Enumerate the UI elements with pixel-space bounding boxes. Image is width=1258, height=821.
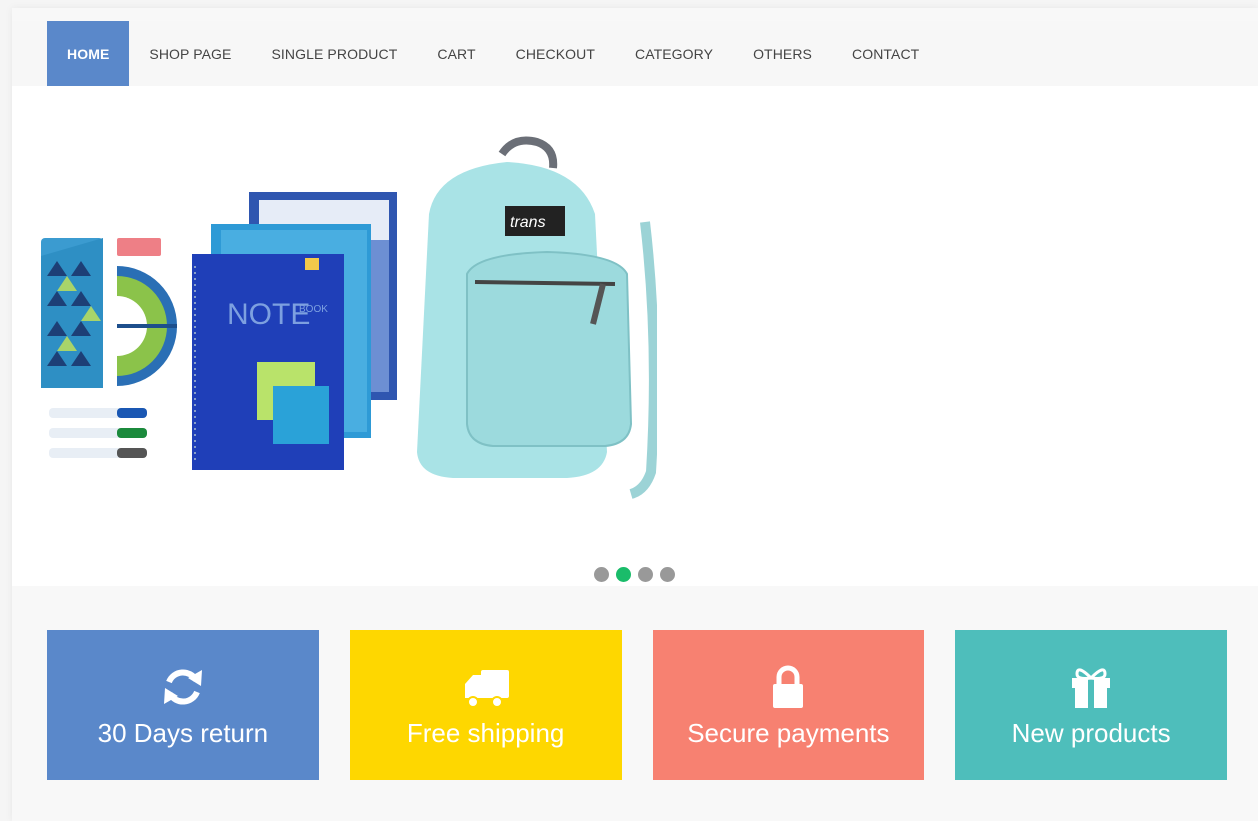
promo-new-products[interactable]: New products	[955, 630, 1227, 780]
refresh-icon	[163, 668, 202, 705]
backpack-brand: trans	[510, 214, 546, 231]
promo-label: Secure payments	[687, 717, 890, 748]
nav-item-single-product[interactable]: SINGLE PRODUCT	[251, 21, 417, 86]
slider-dot-4[interactable]	[660, 567, 675, 582]
truck-icon	[464, 669, 509, 708]
eraser	[117, 238, 161, 256]
hero-slider: NOTE BOOK trans	[12, 86, 1258, 586]
slide-image[interactable]: NOTE BOOK trans	[37, 126, 657, 516]
gift-icon	[1072, 667, 1111, 708]
nav-item-shop-page[interactable]: SHOP PAGE	[129, 21, 251, 86]
promo-label: New products	[1011, 717, 1171, 748]
lock-icon	[773, 665, 804, 708]
notebook-title: NOTE	[227, 298, 310, 331]
promo-label: Free shipping	[406, 717, 565, 748]
nav-item-checkout[interactable]: CHECKOUT	[496, 21, 615, 86]
promo-returns[interactable]: 30 Days return	[47, 630, 319, 780]
nav-item-others[interactable]: OTHERS	[733, 21, 832, 86]
promo-shipping[interactable]: Free shipping	[349, 630, 622, 780]
nav-item-category[interactable]: CATEGORY	[615, 21, 733, 86]
pencil-case	[41, 238, 103, 388]
slider-dots	[594, 567, 675, 582]
page: HOME SHOP PAGE SINGLE PRODUCT CART CHECK…	[12, 8, 1258, 821]
markers	[49, 408, 147, 458]
protractor	[117, 266, 177, 386]
main-nav: HOME SHOP PAGE SINGLE PRODUCT CART CHECK…	[12, 21, 1258, 86]
promo-label: 30 Days return	[97, 717, 269, 748]
notebook-subtitle: BOOK	[299, 304, 328, 315]
notebook-front: NOTE BOOK	[192, 254, 344, 470]
nav-item-cart[interactable]: CART	[417, 21, 495, 86]
promo-payments[interactable]: Secure payments	[652, 630, 925, 780]
slider-dot-3[interactable]	[638, 567, 653, 582]
nav-item-home[interactable]: HOME	[47, 21, 130, 86]
slider-dot-2[interactable]	[616, 567, 631, 582]
nav-item-contact[interactable]: CONTACT	[832, 21, 939, 86]
backpack: trans	[417, 136, 657, 499]
slider-dot-1[interactable]	[594, 567, 609, 582]
promo-area: 30 Days return Free shipping Secure paym…	[47, 630, 1227, 780]
